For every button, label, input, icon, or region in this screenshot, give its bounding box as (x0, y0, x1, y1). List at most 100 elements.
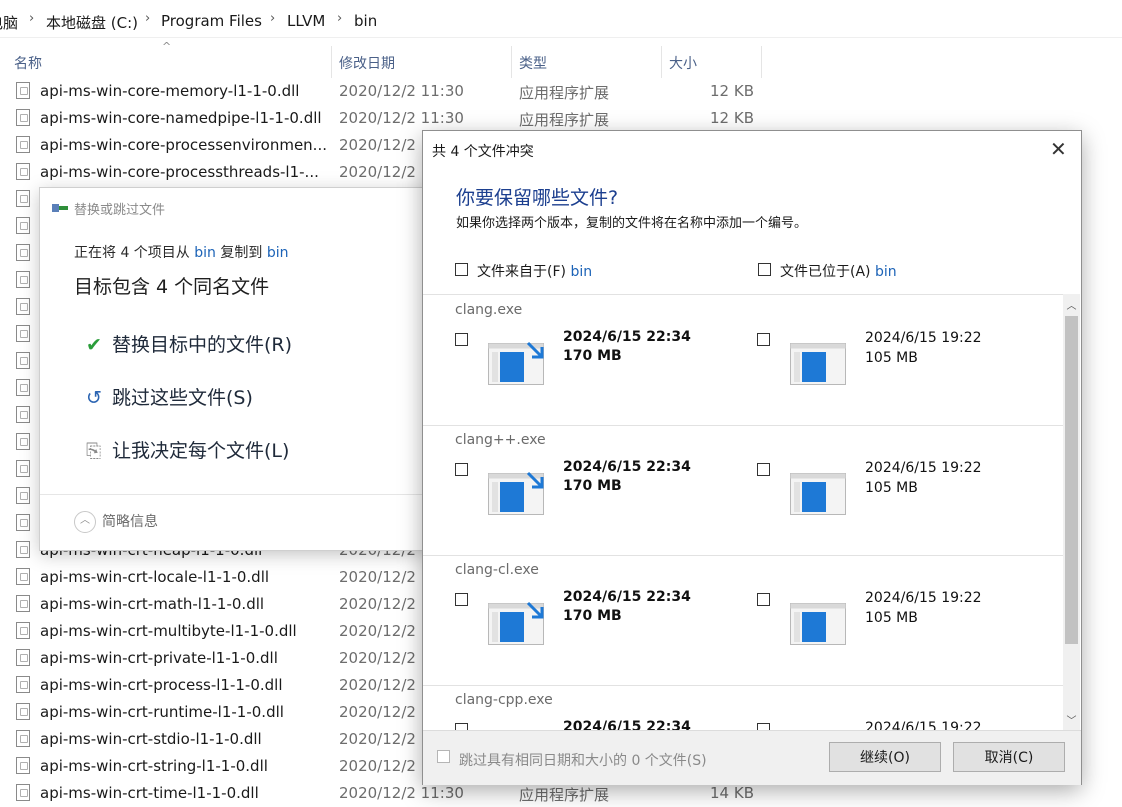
dll-file-icon (16, 352, 30, 369)
skip-same-files-checkbox[interactable] (437, 750, 450, 763)
conflict-item: clang-cpp.exe 2024/6/15 22:34 2024/6/15 19… (423, 685, 1063, 731)
keep-destination-checkbox[interactable] (757, 593, 770, 606)
chevron-up-icon: ︿ (74, 511, 96, 533)
sort-ascending-icon: ^ (162, 40, 172, 53)
file-size: 12 KB (710, 82, 754, 100)
copy-icon (52, 204, 68, 212)
breadcrumb-item-program-files[interactable]: Program Files (161, 12, 262, 30)
dll-file-icon (16, 784, 30, 801)
destination-folder-link[interactable]: bin (267, 245, 289, 261)
select-all-destination-checkbox[interactable] (758, 263, 771, 276)
column-header-size[interactable]: 大小 (669, 53, 697, 73)
dll-file-icon (16, 514, 30, 531)
file-date: 2020/12/2 11:30 (339, 109, 464, 127)
file-date: 2020/12/2 11:30 (339, 784, 464, 802)
dialog-footer: ︿ 简略信息 (40, 494, 432, 551)
conflict-list-scrollbar[interactable]: ︿ ﹀ (1063, 294, 1080, 730)
breadcrumb-item-bin[interactable]: bin (354, 12, 377, 30)
file-date: 2020/12/2 (339, 595, 416, 613)
cancel-button[interactable]: 取消(C) (953, 742, 1065, 772)
keep-source-checkbox[interactable] (455, 463, 468, 476)
scroll-up-icon[interactable]: ︿ (1066, 297, 1077, 312)
file-row[interactable]: api-ms-win-core-memory-l1-1-0.dll 2020/12… (0, 78, 780, 105)
conflict-item: clang.exe 2024/6/15 22:34 170 MB 2024/6/15 … (423, 295, 1063, 426)
skip-arrow-icon: ↺ (86, 387, 102, 409)
fewer-details-label: 简略信息 (102, 514, 158, 530)
continue-button[interactable]: 继续(O) (829, 742, 941, 772)
file-name: api-ms-win-crt-multibyte-l1-1-0.dll (40, 622, 297, 640)
file-name: api-ms-win-crt-time-l1-1-0.dll (40, 784, 259, 802)
destination-date: 2024/6/15 19:22 (865, 460, 982, 476)
keep-destination-checkbox[interactable] (757, 463, 770, 476)
conflict-file-name: clang-cl.exe (455, 562, 539, 578)
dll-file-icon (16, 136, 30, 153)
fewer-details-toggle[interactable]: ︿ 简略信息 (74, 511, 158, 533)
source-size: 170 MB (563, 478, 622, 494)
file-date: 2020/12/2 1 (339, 163, 431, 181)
exe-file-icon (790, 343, 846, 385)
chevron-right-icon: › (29, 11, 35, 26)
decide-each-file-option[interactable]: ⎘ 让我决定每个文件(L) (86, 436, 289, 463)
destination-size: 105 MB (865, 610, 918, 626)
scroll-down-icon[interactable]: ﹀ (1066, 712, 1077, 727)
keep-source-checkbox[interactable] (455, 333, 468, 346)
column-divider[interactable] (331, 46, 332, 78)
conflict-heading: 目标包含 4 个同名文件 (74, 276, 270, 298)
column-header-type[interactable]: 类型 (519, 53, 547, 73)
column-divider[interactable] (661, 46, 662, 78)
select-all-source-checkbox[interactable] (455, 263, 468, 276)
replace-or-skip-dialog: 替换或跳过文件 正在将 4 个项目从 bin 复制到 bin 目标包含 4 个同… (40, 188, 432, 550)
column-divider[interactable] (511, 46, 512, 78)
source-size: 170 MB (563, 608, 622, 624)
destination-date: 2024/6/15 19:22 (865, 590, 982, 606)
file-name: api-ms-win-crt-private-l1-1-0.dll (40, 649, 278, 667)
conflict-item: clang-cl.exe 2024/6/15 22:34 170 MB 2024/6/… (423, 555, 1063, 686)
replace-files-option[interactable]: ✔ 替换目标中的文件(R) (86, 330, 292, 357)
file-row[interactable]: api-ms-win-core-namedpipe-l1-1-0.dll 2020… (0, 105, 780, 132)
column-divider[interactable] (761, 46, 762, 78)
dll-file-icon (16, 649, 30, 666)
chevron-right-icon: › (337, 11, 343, 26)
close-icon[interactable]: ✕ (1050, 139, 1067, 159)
copy-status-mid: 复制到 (215, 245, 267, 261)
destination-date: 2024/6/15 19:22 (865, 330, 982, 346)
exe-file-icon (488, 601, 544, 645)
breadcrumb-item-pc[interactable]: 电脑 (0, 12, 18, 33)
chevron-right-icon: › (145, 11, 151, 26)
keep-source-checkbox[interactable] (455, 593, 468, 606)
dll-file-icon (16, 730, 30, 747)
checkmark-icon: ✔ (86, 334, 102, 356)
file-name: api-ms-win-crt-string-l1-1-0.dll (40, 757, 268, 775)
keep-destination-checkbox[interactable] (757, 333, 770, 346)
file-date: 2020/12/2 (339, 676, 416, 694)
conflict-list[interactable]: clang.exe 2024/6/15 22:34 170 MB 2024/6/15 … (423, 294, 1063, 731)
option-label: 替换目标中的文件(R) (112, 334, 293, 356)
file-type: 应用程序扩展 (519, 786, 610, 804)
dll-file-icon (16, 487, 30, 504)
file-date: 2020/12/2 (339, 730, 416, 748)
file-date: 2020/12/2 (339, 568, 416, 586)
conflict-file-name: clang-cpp.exe (455, 692, 553, 708)
dll-file-icon (16, 541, 30, 558)
file-name: api-ms-win-crt-math-l1-1-0.dll (40, 595, 265, 613)
destination-size: 105 MB (865, 480, 918, 496)
exe-file-icon (790, 603, 846, 645)
file-name: api-ms-win-core-memory-l1-1-0.dll (40, 82, 300, 100)
source-folder-link[interactable]: bin (194, 245, 216, 261)
dll-file-icon (16, 460, 30, 477)
skip-files-option[interactable]: ↺ 跳过这些文件(S) (86, 383, 253, 410)
dialog-footer: 跳过具有相同日期和大小的 0 个文件(S) 继续(O) 取消(C) (423, 730, 1081, 785)
column-header-date[interactable]: 修改日期 (339, 53, 395, 73)
dll-file-icon (16, 217, 30, 234)
scrollbar-thumb[interactable] (1065, 316, 1078, 644)
compare-files-icon: ⎘ (86, 440, 102, 462)
destination-folder-link[interactable]: bin (875, 264, 897, 280)
breadcrumb-item-llvm[interactable]: LLVM (287, 12, 325, 30)
file-date: 2020/12/2 (339, 649, 416, 667)
dll-file-icon (16, 244, 30, 261)
breadcrumb-item-drive[interactable]: 本地磁盘 (C:) (46, 12, 138, 33)
column-header-name[interactable]: 名称 (14, 53, 42, 73)
source-folder-link[interactable]: bin (570, 264, 592, 280)
destination-column-label: 文件已位于(A) bin (780, 261, 897, 281)
dll-file-icon (16, 325, 30, 342)
